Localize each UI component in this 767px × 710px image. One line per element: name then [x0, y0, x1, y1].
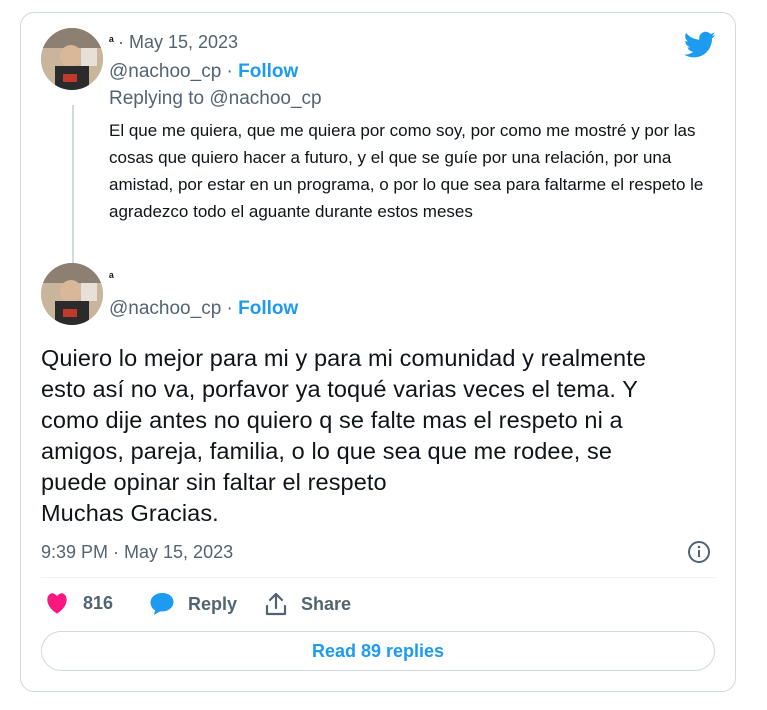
divider — [41, 577, 715, 578]
tweet-timestamp[interactable]: 9:39 PM · May 15, 2023 — [41, 542, 233, 563]
tweet-text-line: Quiero lo mejor para mi y para mi comuni… — [41, 345, 647, 371]
avatar[interactable] — [41, 263, 103, 325]
share-action[interactable]: Share — [265, 592, 351, 616]
twitter-bird-icon[interactable] — [684, 31, 716, 59]
reply-action[interactable]: Reply — [149, 592, 237, 616]
main-tweet-text: Quiero lo mejor para mi y para mi comuni… — [41, 343, 731, 529]
replying-to-handle[interactable]: @nachoo_cp — [209, 88, 321, 109]
tweet-text-line: amigos, pareja, familia, o lo que sea qu… — [41, 438, 613, 464]
replying-to-label: Replying to — [109, 88, 205, 109]
read-replies-button[interactable]: Read 89 replies — [41, 631, 715, 671]
avatar[interactable] — [41, 28, 103, 90]
reply-tweet-text: El que me quiera, que me quiera por como… — [109, 121, 704, 221]
share-label: Share — [301, 593, 352, 614]
display-name[interactable]: ᵃ — [109, 269, 114, 284]
like-action[interactable]: 816 — [45, 592, 113, 614]
separator-dot: · — [226, 298, 233, 319]
author-handle-row: @nachoo_cp · Follow — [109, 298, 298, 320]
tweet-text-line: puede opinar sin faltar el respeto — [41, 469, 387, 495]
author-handle-row: @nachoo_cp · Follow — [109, 61, 298, 83]
reply-bubble-icon — [150, 593, 174, 615]
tweet-embed-card: ᵃ · May 15, 2023 @nachoo_cp · Follow Rep… — [20, 12, 736, 692]
info-icon[interactable] — [687, 540, 711, 564]
like-count: 816 — [83, 592, 114, 613]
separator-dot: · — [226, 61, 233, 82]
author-handle[interactable]: @nachoo_cp — [109, 298, 221, 319]
reply-label: Reply — [188, 593, 238, 614]
tweet-date[interactable]: · May 15, 2023 — [118, 32, 238, 53]
display-name[interactable]: ᵃ — [109, 33, 114, 48]
tweet-text-line: esto así no va, porfavor ya toqué varias… — [41, 376, 638, 402]
replying-to-line: Replying to @nachoo_cp — [109, 88, 322, 110]
follow-button[interactable]: Follow — [238, 298, 298, 319]
author-handle[interactable]: @nachoo_cp — [109, 61, 221, 82]
avatar-image — [41, 28, 103, 90]
thread-connector-line — [72, 105, 74, 265]
tweet-text-line: Muchas Gracias. — [41, 500, 219, 526]
avatar-image — [41, 263, 103, 325]
heart-icon — [47, 593, 67, 614]
share-icon — [265, 592, 287, 616]
follow-button[interactable]: Follow — [238, 61, 298, 82]
tweet-text-line: como dije antes no quiero q se falte mas… — [41, 407, 623, 433]
